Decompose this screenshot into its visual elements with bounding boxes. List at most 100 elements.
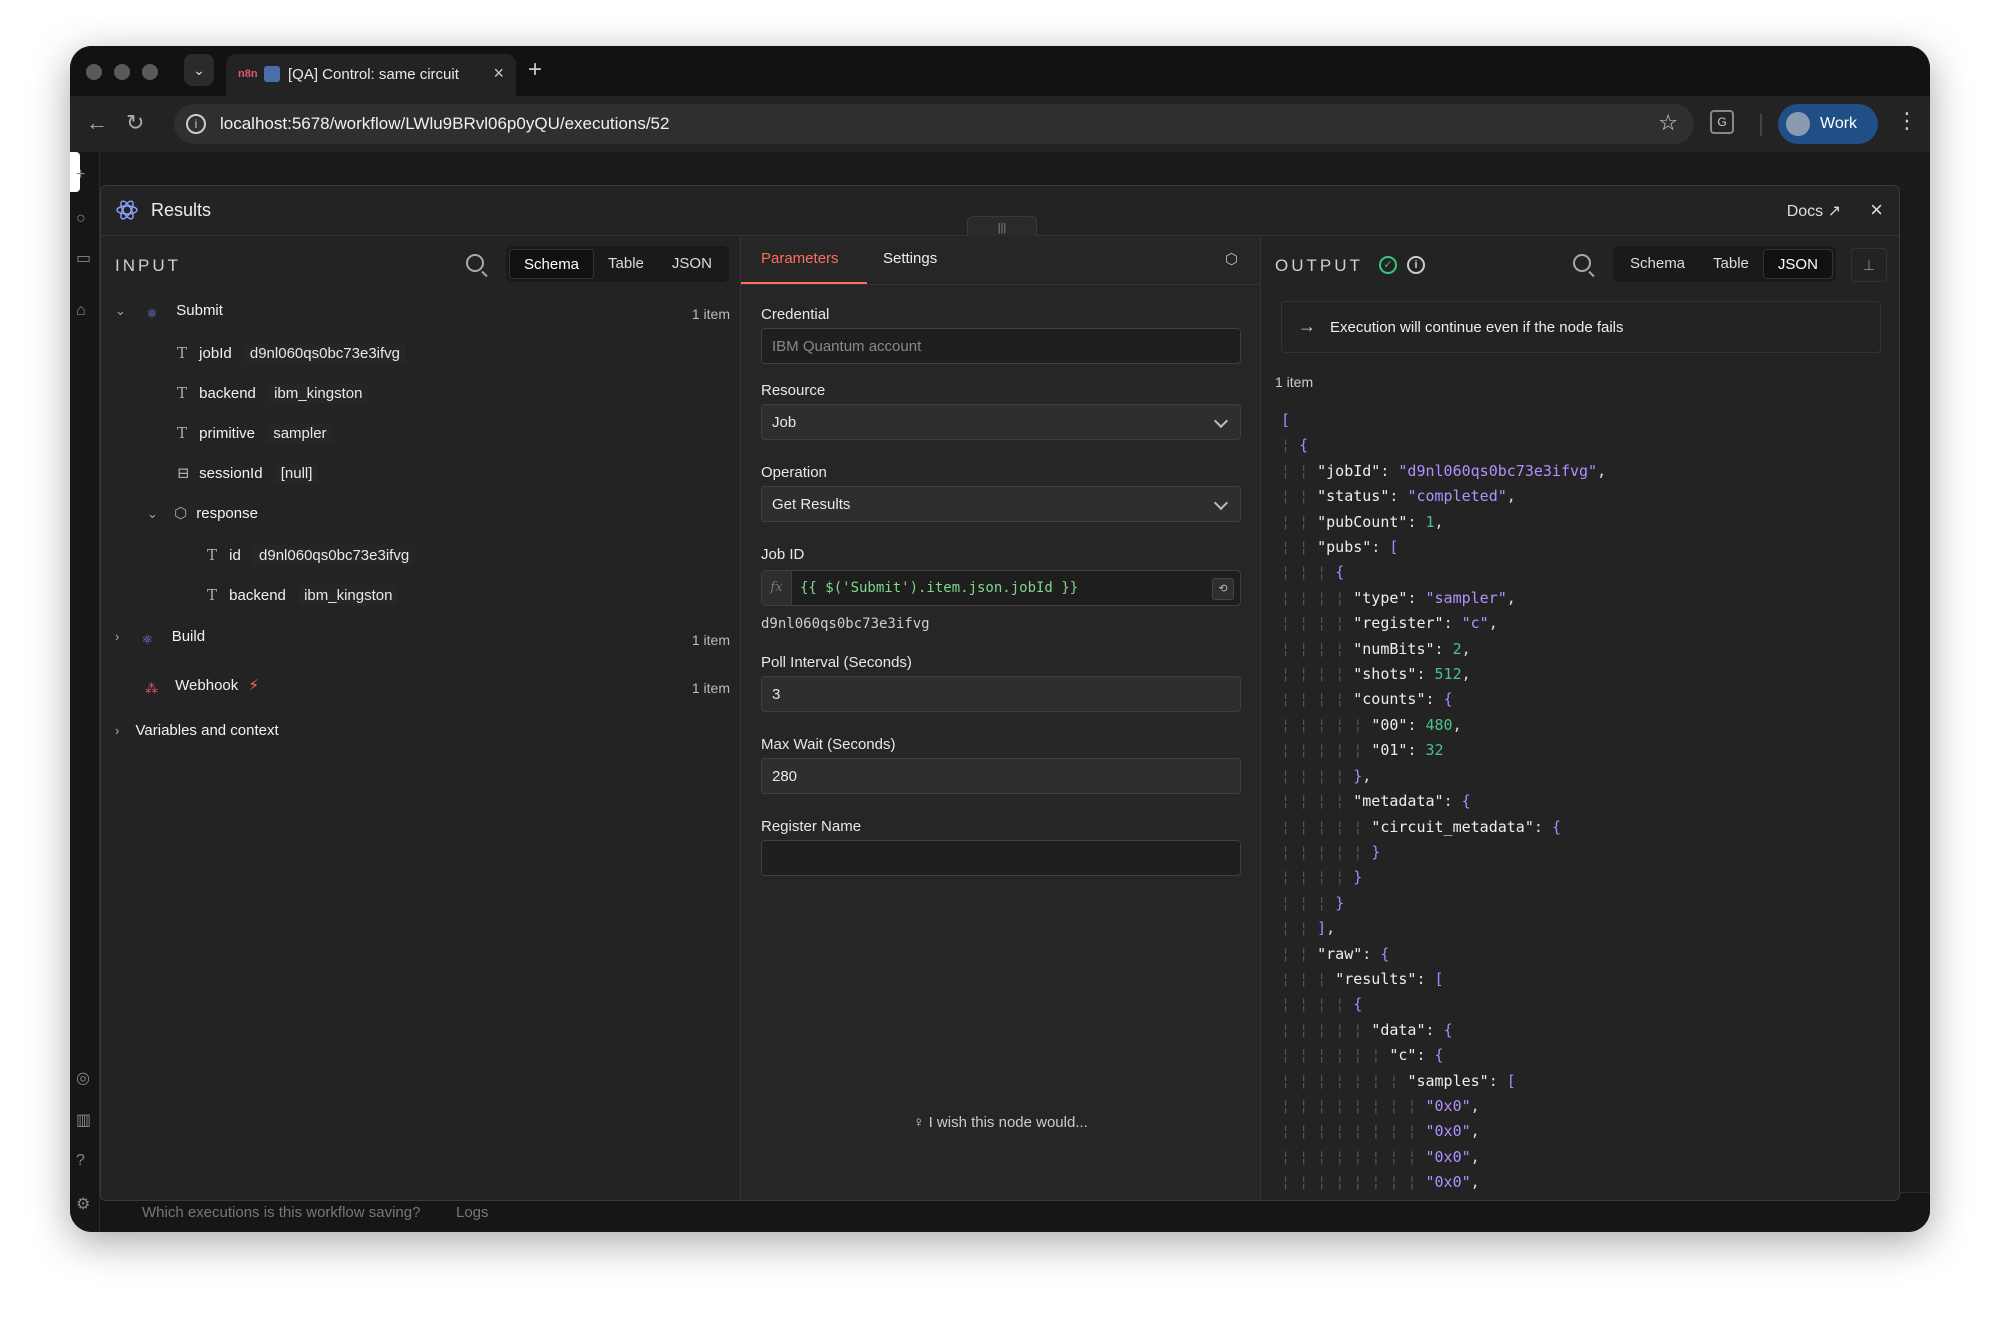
close-modal-icon[interactable]: × <box>1870 197 1883 223</box>
drag-handle[interactable]: ||| <box>967 216 1037 238</box>
field-value: ibm_kingston <box>298 585 399 606</box>
atom-icon <box>116 200 138 220</box>
json-line: ¦ ¦ ¦ ¦ ¦ } <box>1281 842 1381 861</box>
tree-node-submit[interactable]: ⌄ ⚛ Submit <box>115 302 223 328</box>
input-view-schema[interactable]: Schema <box>509 249 595 279</box>
minimize-window-button[interactable] <box>114 64 130 80</box>
field-value: ibm_kingston <box>268 383 369 404</box>
json-line: ¦ ¦ ¦ ¦ } <box>1281 868 1363 887</box>
json-line: ¦ ¦ ¦ ¦ ¦ "circuit_metadata": { <box>1281 817 1561 836</box>
text-type-icon: T <box>207 546 218 564</box>
site-info-icon[interactable]: i <box>186 114 206 134</box>
continue-on-fail-notice: → Execution will continue even if the no… <box>1281 301 1881 353</box>
insights-icon[interactable]: ▥ <box>76 1110 91 1130</box>
home-icon[interactable]: ⌂ <box>76 302 86 320</box>
tab-settings[interactable]: Settings <box>883 250 937 267</box>
variables-and-context[interactable]: › Variables and context <box>115 722 279 748</box>
new-tab-button[interactable]: + <box>528 56 542 84</box>
field-backend[interactable]: T backend ibm_kingston <box>177 383 369 410</box>
info-icon[interactable]: i <box>1407 256 1425 274</box>
help-icon[interactable]: ? <box>76 1152 85 1170</box>
null-type-icon: ⊟ <box>177 464 190 482</box>
fx-icon: fx <box>762 571 792 605</box>
resource-select[interactable]: Job <box>761 404 1241 440</box>
poll-interval-input[interactable]: 3 <box>761 676 1241 712</box>
executions-question[interactable]: Which executions is this workflow saving… <box>142 1204 420 1221</box>
register-name-input[interactable] <box>761 840 1241 876</box>
settings-gear-icon[interactable]: ⚙ <box>76 1194 90 1214</box>
field-response[interactable]: ⌄ ⬡ response <box>147 504 258 530</box>
pin-icon[interactable]: ⊥ <box>1851 248 1887 282</box>
field-primitive[interactable]: T primitive sampler <box>177 423 333 450</box>
output-panel: OUTPUT ✓ i Schema Table JSON ⊥ → Executi… <box>1261 236 1899 1200</box>
tree-node-build[interactable]: › ⚛ Build <box>115 628 205 654</box>
search-icon[interactable]: ○ <box>76 210 86 228</box>
parameters-panel: Parameters Settings ⬡ Credential IBM Qua… <box>741 236 1261 1200</box>
output-view-table[interactable]: Table <box>1699 249 1763 279</box>
input-view-switch: Schema Table JSON <box>506 246 729 282</box>
atom-icon: ⚛ <box>141 632 154 647</box>
field-response-id[interactable]: T id d9nl060qs0bc73e3ifvg <box>207 545 416 572</box>
text-type-icon: T <box>177 424 188 442</box>
tab-bar: ⌄ n8n [QA] Control: same circuit × + <box>70 46 1930 96</box>
field-response-backend[interactable]: T backend ibm_kingston <box>207 585 399 612</box>
docs-link[interactable]: Docs ↗ <box>1787 201 1841 221</box>
feedback-link[interactable]: ♀ I wish this node would... <box>741 1114 1260 1131</box>
tree-node-webhook[interactable]: ⁂ Webhook ⚡ <box>115 676 259 702</box>
search-icon[interactable] <box>466 254 484 272</box>
field-value: d9nl060qs0bc73e3ifvg <box>253 545 416 566</box>
search-icon[interactable] <box>1573 254 1591 272</box>
maximize-window-button[interactable] <box>142 64 158 80</box>
field-key: id <box>229 547 241 564</box>
json-line: ¦ ¦ "pubs": [ <box>1281 538 1399 557</box>
logs-tab[interactable]: Logs <box>456 1204 489 1221</box>
json-viewer[interactable]: [¦ {¦ ¦ "jobId": "d9nl060qs0bc73e3ifvg",… <box>1281 408 1607 1200</box>
panel-icon[interactable]: ▭ <box>76 248 91 268</box>
reload-icon[interactable]: ↻ <box>126 110 144 136</box>
browser-menu-icon[interactable]: ⋮ <box>1896 108 1918 134</box>
chevron-down-icon[interactable]: ⌄ <box>115 303 126 318</box>
close-window-button[interactable] <box>86 64 102 80</box>
jobid-expression[interactable]: {{ $('Submit').item.json.jobId }} <box>800 580 1078 596</box>
json-line: ¦ ¦ "jobId": "d9nl060qs0bc73e3ifvg", <box>1281 461 1607 480</box>
url-text[interactable]: localhost:5678/workflow/LWlu9BRvl06p0yQU… <box>220 114 669 134</box>
max-wait-input[interactable]: 280 <box>761 758 1241 794</box>
json-line: ¦ ¦ "raw": { <box>1281 944 1390 963</box>
chevron-right-icon[interactable]: › <box>115 723 119 738</box>
results-modal: Results Docs ↗ × ||| INPUT Schema Table … <box>100 185 1900 1201</box>
json-line: ¦ ¦ ¦ "results": [ <box>1281 969 1444 988</box>
bookmark-star-icon[interactable]: ☆ <box>1658 110 1678 136</box>
item-count: 1 item <box>691 632 730 648</box>
feedback-text: I wish this node would... <box>928 1114 1088 1131</box>
n8n-icon: n8n <box>238 68 258 80</box>
field-sessionid[interactable]: ⊟ sessionId [null] <box>177 463 319 490</box>
credential-select[interactable]: IBM Quantum account <box>761 328 1241 364</box>
operation-select[interactable]: Get Results <box>761 486 1241 522</box>
chevron-down-icon[interactable]: ⌄ <box>147 506 158 521</box>
json-line: ¦ ¦ ¦ ¦ ¦ ¦ "c": { <box>1281 1046 1444 1065</box>
output-view-json[interactable]: JSON <box>1762 249 1833 279</box>
input-view-table[interactable]: Table <box>594 249 658 279</box>
templates-icon[interactable]: ◎ <box>76 1068 90 1088</box>
jobid-expression-input[interactable]: fx {{ $('Submit').item.json.jobId }} ⟲ <box>761 570 1241 606</box>
output-view-schema[interactable]: Schema <box>1616 249 1699 279</box>
json-line: ¦ ¦ ¦ { <box>1281 563 1345 582</box>
field-jobid[interactable]: T jobId d9nl060qs0bc73e3ifvg <box>177 343 406 370</box>
close-tab-icon[interactable]: × <box>493 63 504 84</box>
toolbar-divider <box>1760 114 1762 136</box>
browser-tab[interactable]: n8n [QA] Control: same circuit × <box>226 54 516 96</box>
profile-button[interactable]: Work <box>1778 104 1878 144</box>
chevron-right-icon[interactable]: › <box>115 629 119 644</box>
tab-parameters[interactable]: Parameters <box>761 250 839 267</box>
translate-icon[interactable]: G <box>1710 110 1734 134</box>
url-field[interactable]: i localhost:5678/workflow/LWlu9BRvl06p0y… <box>174 104 1694 144</box>
back-icon[interactable]: ← <box>86 110 108 136</box>
input-view-json[interactable]: JSON <box>658 249 726 279</box>
item-count: 1 item <box>691 306 730 322</box>
node-cube-icon[interactable]: ⬡ <box>1225 250 1238 268</box>
expand-expression-icon[interactable]: ⟲ <box>1212 578 1234 600</box>
register-label: Register Name <box>761 818 862 835</box>
add-icon[interactable]: + <box>76 166 85 184</box>
tab-search-button[interactable]: ⌄ <box>184 54 214 86</box>
output-view-switch: Schema Table JSON <box>1613 246 1836 282</box>
